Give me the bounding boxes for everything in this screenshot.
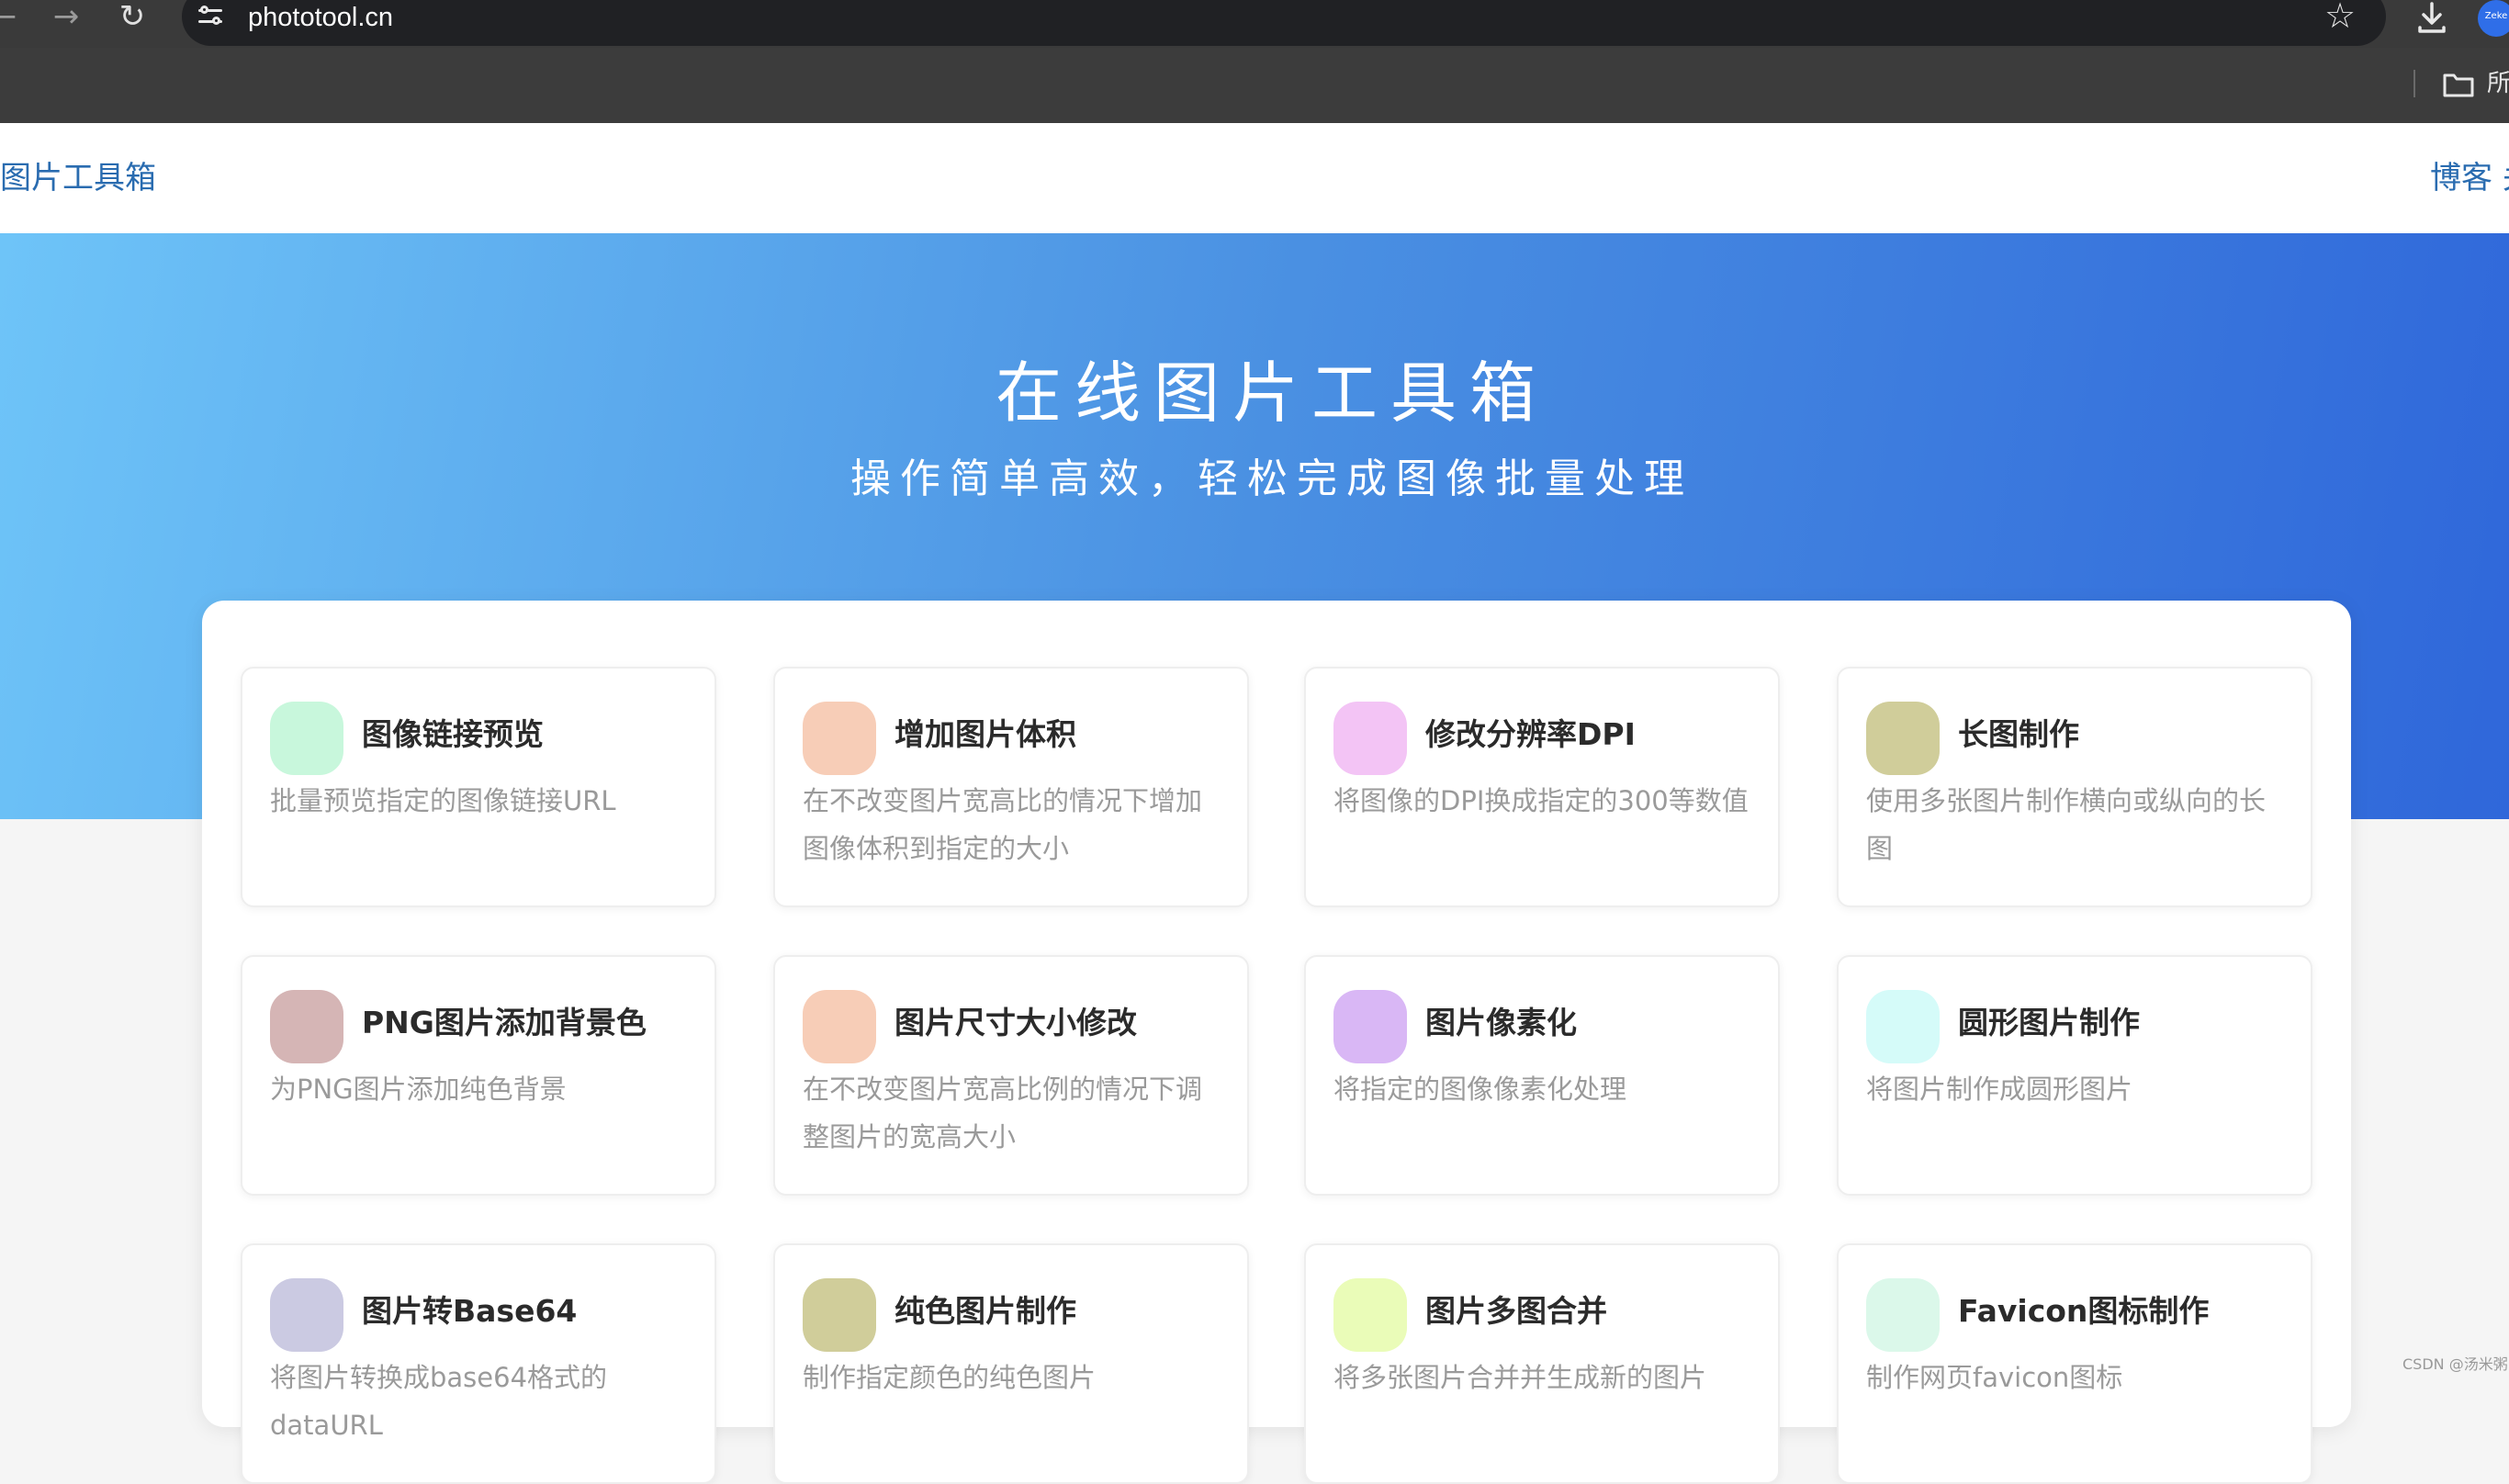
tool-card[interactable]: 圆形图片制作将图片制作成圆形图片 xyxy=(1837,955,2312,1196)
tool-description: 将图片转换成base64格式的dataURL xyxy=(270,1362,608,1441)
tool-icon xyxy=(1866,990,1940,1063)
tool-card[interactable]: 长图制作使用多张图片制作横向或纵向的长图 xyxy=(1837,667,2312,907)
bookmark-star-icon[interactable]: ☆ xyxy=(2322,0,2358,35)
bookmark-folder-label[interactable]: 所 xyxy=(2487,66,2509,101)
tool-card[interactable]: 图片尺寸大小修改在不改变图片宽高比例的情况下调整图片的宽高大小 xyxy=(773,955,1249,1196)
tool-description: 将指定的图像像素化处理 xyxy=(1333,1074,1627,1105)
tool-description: 在不改变图片宽高比例的情况下调整图片的宽高大小 xyxy=(803,1074,1203,1152)
download-icon[interactable] xyxy=(2413,0,2450,37)
tools-panel: 图像链接预览 批量预览指定的图像链接URL 增加图片体积 在不改变图片宽高比的情况下增… xyxy=(202,601,2351,1484)
tool-title: 纯色图片制作 xyxy=(894,1293,1076,1329)
tool-title: 增加图片体积 xyxy=(894,716,1076,752)
tool-title: Favicon图标制作 xyxy=(1958,1293,2210,1329)
site-header: 图片工具箱 博客 关 xyxy=(0,123,2509,233)
tool-description: 将图片制作成圆形图片 xyxy=(1866,1074,2133,1105)
back-icon[interactable]: ← xyxy=(0,0,24,37)
tool-title: 图像链接预览 xyxy=(362,716,544,752)
tool-card[interactable]: PNG图片添加背景色为PNG图片添加纯色背景 xyxy=(241,955,716,1196)
tool-icon xyxy=(803,990,876,1063)
tool-title: 图片像素化 xyxy=(1425,1005,1577,1040)
site-logo[interactable]: 图片工具箱 xyxy=(0,158,156,198)
tool-icon xyxy=(1333,702,1407,775)
url-text[interactable]: phototool.cn xyxy=(248,0,393,37)
profile-avatar[interactable]: Zeke xyxy=(2478,0,2509,37)
tool-card[interactable]: 图片像素化将指定的图像像素化处理 xyxy=(1304,955,1780,1196)
forward-icon[interactable]: → xyxy=(46,0,86,37)
tool-title: 图片转Base64 xyxy=(362,1293,578,1329)
tool-icon xyxy=(803,702,876,775)
reload-icon[interactable]: ↻ xyxy=(112,0,152,37)
hero-subtitle: 操作简单高效，轻松完成图像批量处理 xyxy=(850,455,1693,502)
tool-icon xyxy=(1866,1278,1940,1352)
folder-icon[interactable] xyxy=(2443,72,2474,97)
tool-description: 使用多张图片制作横向或纵向的长图 xyxy=(1866,785,2267,864)
tool-icon xyxy=(1866,702,1940,775)
tool-description: 批量预览指定的图像链接URL xyxy=(270,785,616,816)
tool-description: 在不改变图片宽高比的情况下增加图像体积到指定的大小 xyxy=(803,785,1203,864)
tool-description: 制作网页favicon图标 xyxy=(1866,1362,2123,1393)
tool-title: 修改分辨率DPI xyxy=(1425,716,1636,752)
tool-icon xyxy=(1333,990,1407,1063)
tool-icon xyxy=(803,1278,876,1352)
tool-description: 将多张图片合并并生成新的图片 xyxy=(1333,1362,1707,1393)
address-bar[interactable] xyxy=(182,0,2386,46)
hero-title: 在线图片工具箱 xyxy=(995,354,1548,432)
tool-card[interactable]: 纯色图片制作制作指定颜色的纯色图片 xyxy=(773,1243,1249,1484)
tool-icon xyxy=(270,990,343,1063)
tool-title: PNG图片添加背景色 xyxy=(362,1005,647,1040)
bookmark-divider xyxy=(2413,70,2415,97)
tool-description: 制作指定颜色的纯色图片 xyxy=(803,1362,1097,1393)
tool-card[interactable]: 修改分辨率DPI 将图像的DPI换成指定的300等数值 xyxy=(1304,667,1780,907)
tool-card[interactable]: 图像链接预览批量预览指定的图像链接URL xyxy=(241,667,716,907)
tool-card[interactable]: 图片多图合并将多张图片合并并生成新的图片 xyxy=(1304,1243,1780,1484)
tool-icon xyxy=(1333,1278,1407,1352)
tool-title: 圆形图片制作 xyxy=(1958,1005,2140,1040)
tool-description: 为PNG图片添加纯色背景 xyxy=(270,1074,567,1105)
tool-icon xyxy=(270,702,343,775)
site-info-icon[interactable] xyxy=(198,0,226,33)
tool-card[interactable]: 增加图片体积在不改变图片宽高比的情况下增加图像体积到指定的大小 xyxy=(773,667,1249,907)
tool-title: 图片尺寸大小修改 xyxy=(894,1005,1137,1040)
tool-card[interactable]: 图片转Base64 将图片转换成base64格式的dataURL xyxy=(241,1243,716,1484)
tool-card[interactable]: Favicon图标制作制作网页favicon图标 xyxy=(1837,1243,2312,1484)
nav-links[interactable]: 博客 关 xyxy=(2430,158,2509,198)
tool-title: 长图制作 xyxy=(1958,716,2079,752)
watermark: CSDN @汤米粥 xyxy=(2402,1355,2508,1373)
tool-title: 图片多图合并 xyxy=(1425,1293,1607,1329)
tool-icon xyxy=(270,1278,343,1352)
tool-description: 将图像的DPI换成指定的300等数值 xyxy=(1333,785,1749,816)
browser-chrome: ← → ↻ phototool.cn ☆ Zeke 所 xyxy=(0,0,2509,123)
